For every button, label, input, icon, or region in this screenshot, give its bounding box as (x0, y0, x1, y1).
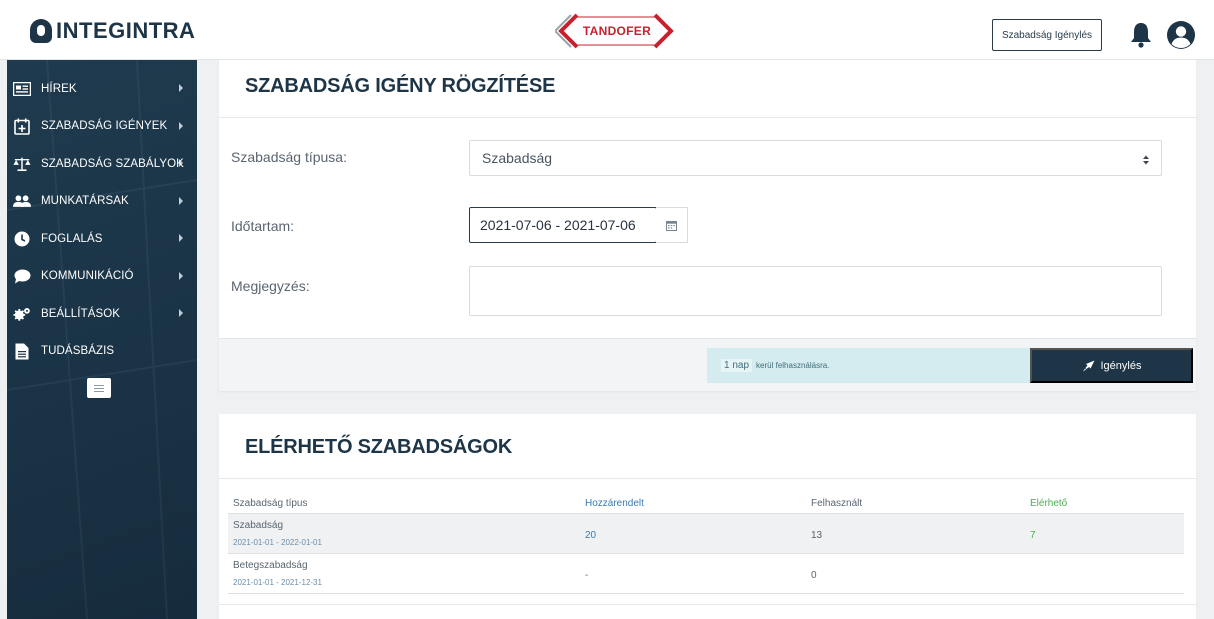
top-bar: INTEGINTRA TANDOFER Szabadság Igénylés (0, 0, 1214, 60)
duration-label: Időtartam: (231, 218, 295, 234)
page-title: SZABADSÁG IGÉNY RÖGZÍTÉSE (245, 75, 556, 97)
sidebar-item-label: HÍREK (41, 82, 77, 95)
menu-toggle-icon[interactable] (87, 378, 111, 398)
sidebar-item-colleagues[interactable]: MUNKATÁRSAK (7, 183, 197, 221)
table-header: Szabadság típus Hozzárendelt Felhasznált… (228, 492, 1184, 514)
available-cell: 7 (1030, 530, 1036, 541)
note-label: Megjegyzés: (231, 278, 310, 294)
select-arrows-icon (1143, 153, 1149, 165)
chevron-right-icon (179, 84, 183, 92)
chevron-right-icon (179, 121, 183, 130)
column-header-available: Elérhető (1030, 498, 1068, 509)
chevron-right-icon (179, 196, 183, 205)
balance-scale-icon (13, 155, 31, 173)
news-icon (13, 80, 31, 98)
assigned-cell: 20 (585, 530, 597, 541)
leave-type-cell: Szabadság (233, 520, 284, 531)
leave-period-cell: 2021-01-01 - 2022-01-01 (233, 538, 322, 547)
available-leave-table: Szabadság típus Hozzárendelt Felhasznált… (228, 492, 1184, 594)
leave-request-button[interactable]: Szabadság Igénylés (992, 19, 1102, 51)
sidebar-item-leave-requests[interactable]: SZABADSÁG IGÉNYEK (7, 108, 197, 146)
sidebar-item-communication[interactable]: KOMMUNIKÁCIÓ (7, 258, 197, 296)
column-header-used: Felhasznált (811, 498, 863, 509)
submit-label: Igénylés (1100, 359, 1142, 372)
integintra-logo-text: INTEGINTRA (56, 18, 196, 43)
leave-request-card: SZABADSÁG IGÉNY RÖGZÍTÉSE Szabadság típu… (219, 60, 1196, 391)
note-textarea[interactable] (469, 266, 1162, 316)
calendar-icon[interactable] (656, 207, 688, 243)
chevron-right-icon (179, 271, 183, 280)
usage-info: 1 nap kerül felhasználásra. (707, 348, 1031, 383)
sidebar-item-label: SZABADSÁG SZABÁLYOK (41, 157, 184, 170)
divider (219, 117, 1196, 118)
sidebar-item-settings[interactable]: BEÁLLÍTÁSOK (7, 295, 197, 333)
document-icon (13, 342, 31, 360)
sidebar-item-label: KOMMUNIKÁCIÓ (41, 270, 134, 283)
leave-type-select[interactable]: Szabadság (469, 140, 1162, 176)
column-header-type: Szabadság típus (233, 498, 308, 509)
divider (219, 478, 1196, 479)
sidebar-item-booking[interactable]: FOGLALÁS (7, 220, 197, 258)
available-leave-card: ELÉRHETŐ SZABADSÁGOK Szabadság típus Hoz… (219, 414, 1196, 619)
days-badge: 1 nap (721, 359, 753, 372)
used-cell: 0 (811, 570, 817, 581)
sidebar-item-label: FOGLALÁS (41, 232, 103, 245)
section-title: ELÉRHETŐ SZABADSÁGOK (245, 436, 513, 458)
usage-info-text: kerül felhasználásra. (756, 361, 830, 370)
submit-request-button[interactable]: Igénylés (1030, 348, 1193, 383)
leave-type-cell: Betegszabadság (233, 560, 308, 571)
sidebar-item-news[interactable]: HÍREK (7, 70, 197, 108)
duration-input[interactable]: 2021-07-06 - 2021-07-06 (469, 207, 657, 243)
table-row: Szabadság 2021-01-01 - 2022-01-01 20 13 … (228, 514, 1184, 554)
sidebar-item-label: SZABADSÁG IGÉNYEK (41, 120, 168, 133)
rocket-icon (1082, 360, 1094, 371)
sidebar-item-label: BEÁLLÍTÁSOK (41, 307, 121, 320)
used-cell: 13 (811, 530, 823, 541)
sidebar-nav: HÍREK SZABADSÁG IGÉNYEK SZABADSÁG SZABÁL… (7, 70, 197, 370)
chevron-right-icon (179, 234, 183, 242)
leave-type-label: Szabadság típusa: (231, 149, 347, 165)
calendar-plus-icon (13, 117, 31, 135)
clock-icon (13, 230, 31, 248)
user-avatar-icon[interactable] (1166, 20, 1196, 50)
column-header-assigned: Hozzárendelt (585, 498, 644, 509)
chevron-right-icon (179, 159, 183, 167)
sidebar-item-label: MUNKATÁRSAK (41, 195, 129, 208)
integintra-logo-mark (30, 19, 52, 43)
chat-icon (13, 267, 31, 285)
sidebar-item-leave-rules[interactable]: SZABADSÁG SZABÁLYOK (7, 145, 197, 183)
card-footer (219, 604, 1196, 619)
leave-type-value: Szabadság (482, 150, 553, 166)
table-row: Betegszabadság 2021-01-01 - 2021-12-31 -… (228, 554, 1184, 594)
integintra-logo[interactable]: INTEGINTRA (30, 18, 195, 44)
assigned-cell: - (585, 570, 589, 581)
form-footer: 1 nap kerül felhasználásra. Igénylés (219, 338, 1196, 391)
leave-period-cell: 2021-01-01 - 2021-12-31 (233, 578, 322, 587)
sidebar: HÍREK SZABADSÁG IGÉNYEK SZABADSÁG SZABÁL… (7, 60, 197, 619)
tandofer-logo-text: TANDOFER (582, 24, 652, 38)
tandofer-logo: TANDOFER (555, 13, 679, 49)
bell-icon[interactable] (1130, 22, 1152, 48)
sidebar-item-knowledge-base[interactable]: TUDÁSBÁZIS (7, 333, 197, 371)
sidebar-item-label: TUDÁSBÁZIS (41, 345, 115, 358)
users-icon (13, 192, 31, 210)
chevron-right-icon (179, 309, 183, 317)
cogs-icon (13, 305, 31, 323)
